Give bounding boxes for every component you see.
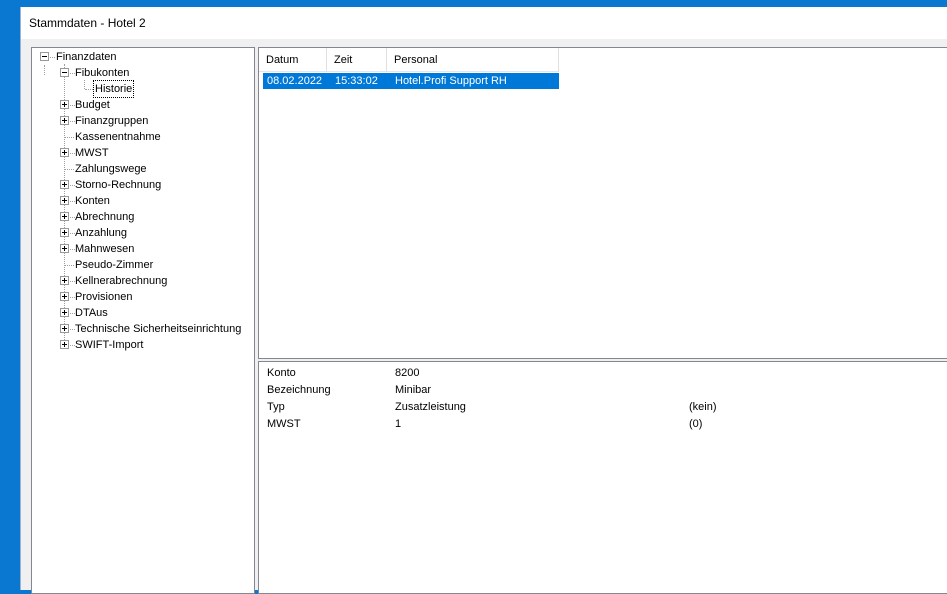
tree-line [65, 137, 74, 138]
tree-line [65, 265, 74, 266]
tree-line [50, 57, 55, 58]
tree-item-abrechnung[interactable]: Abrechnung [32, 209, 252, 225]
navigation-tree[interactable]: Finanzdaten Fibukonten Historie Budget F… [31, 47, 255, 594]
tree-item-anzahlung[interactable]: Anzahlung [32, 225, 252, 241]
tree-item-konten[interactable]: Konten [32, 193, 252, 209]
expand-icon[interactable] [60, 292, 69, 301]
tree-item-storno-rechnung[interactable]: Storno-Rechnung [32, 177, 252, 193]
expand-icon[interactable] [60, 276, 69, 285]
tree-item-label: Kassenentnahme [75, 131, 161, 143]
tree-item-label: Budget [75, 99, 110, 111]
tree-item-label: Historie [92, 80, 135, 98]
tree-item-finanzgruppen[interactable]: Finanzgruppen [32, 113, 252, 129]
tree-item-kellnerabrechnung[interactable]: Kellnerabrechnung [32, 273, 252, 289]
expand-icon[interactable] [60, 196, 69, 205]
collapse-icon[interactable] [60, 68, 69, 77]
tree-item-zahlungswege[interactable]: Zahlungswege [32, 161, 252, 177]
tree-item-label: Mahnwesen [75, 243, 135, 255]
expand-icon[interactable] [60, 340, 69, 349]
tree-item-technische-sicherheitseinrichtung[interactable]: Technische Sicherheitseinrichtung [32, 321, 252, 337]
expand-icon[interactable] [60, 244, 69, 253]
title-bar[interactable]: Stammdaten - Hotel 2 [21, 7, 947, 39]
history-grid[interactable]: Datum Zeit Personal 08.02.2022 15:33:02 … [258, 47, 947, 359]
tree-line [85, 89, 93, 90]
cell-datum: 08.02.2022 [267, 75, 323, 87]
tree-item-finanzdaten[interactable]: Finanzdaten [32, 49, 252, 65]
window-title: Stammdaten - Hotel 2 [29, 16, 146, 30]
tree-item-fibukonten[interactable]: Fibukonten [32, 65, 252, 81]
tree-item-mahnwesen[interactable]: Mahnwesen [32, 241, 252, 257]
bezeichnung-label: Bezeichnung [267, 384, 331, 396]
tree-item-label: Zahlungswege [75, 163, 147, 175]
konto-label: Konto [267, 367, 296, 379]
expand-icon[interactable] [60, 116, 69, 125]
tree-item-label: Finanzdaten [56, 51, 117, 63]
column-header-datum[interactable]: Datum [259, 48, 327, 72]
expand-icon[interactable] [60, 308, 69, 317]
expand-icon[interactable] [60, 180, 69, 189]
tree-item-pseudo-zimmer[interactable]: Pseudo-Zimmer [32, 257, 252, 273]
expand-icon[interactable] [60, 228, 69, 237]
tree-item-label: Kellnerabrechnung [75, 275, 168, 287]
column-header-personal[interactable]: Personal [387, 48, 559, 72]
tree-item-label: DTAus [75, 307, 108, 319]
tree-item-label: Provisionen [75, 291, 133, 303]
collapse-icon[interactable] [40, 52, 49, 61]
expand-icon[interactable] [60, 100, 69, 109]
column-header-zeit[interactable]: Zeit [327, 48, 387, 72]
tree-item-label: MWST [75, 147, 109, 159]
typ-label: Typ [267, 401, 285, 413]
cell-personal: Hotel.Profi Support RH [395, 75, 507, 87]
tree-item-historie[interactable]: Historie [32, 80, 252, 98]
table-row[interactable]: 08.02.2022 15:33:02 Hotel.Profi Support … [263, 73, 559, 89]
tree-item-label: Anzahlung [75, 227, 127, 239]
expand-icon[interactable] [60, 148, 69, 157]
tree-item-label: Konten [75, 195, 110, 207]
tree-item-label: Finanzgruppen [75, 115, 149, 127]
mwst-label: MWST [267, 418, 301, 430]
bezeichnung-value: Minibar [395, 384, 432, 396]
mwst-value: 1 [395, 418, 402, 430]
tree-item-mwst[interactable]: MWST [32, 145, 252, 161]
typ-value: Zusatzleistung [395, 401, 466, 413]
tree-item-provisionen[interactable]: Provisionen [32, 289, 252, 305]
tree-item-label: Abrechnung [75, 211, 135, 223]
tree-item-label: Technische Sicherheitseinrichtung [75, 323, 242, 335]
tree-item-dtaus[interactable]: DTAus [32, 305, 252, 321]
tree-item-label: Storno-Rechnung [75, 179, 162, 191]
tree-item-label: Pseudo-Zimmer [75, 259, 154, 271]
detail-panel: Konto 8200 Bezeichnung Minibar Typ Zusat… [258, 361, 947, 594]
tree-item-swift-import[interactable]: SWIFT-Import [32, 337, 252, 353]
tree-item-label: SWIFT-Import [75, 339, 144, 351]
tree-item-budget[interactable]: Budget [32, 97, 252, 113]
stammdaten-window: Stammdaten - Hotel 2 Finanzdaten Fibukon… [20, 7, 947, 594]
tree-line [65, 169, 74, 170]
typ-extra: (kein) [689, 401, 717, 413]
tree-item-label: Fibukonten [75, 67, 130, 79]
expand-icon[interactable] [60, 324, 69, 333]
tree-item-kassenentnahme[interactable]: Kassenentnahme [32, 129, 252, 145]
cell-zeit: 15:33:02 [335, 75, 378, 87]
konto-value: 8200 [395, 367, 420, 379]
expand-icon[interactable] [60, 212, 69, 221]
mwst-extra: (0) [689, 418, 703, 430]
